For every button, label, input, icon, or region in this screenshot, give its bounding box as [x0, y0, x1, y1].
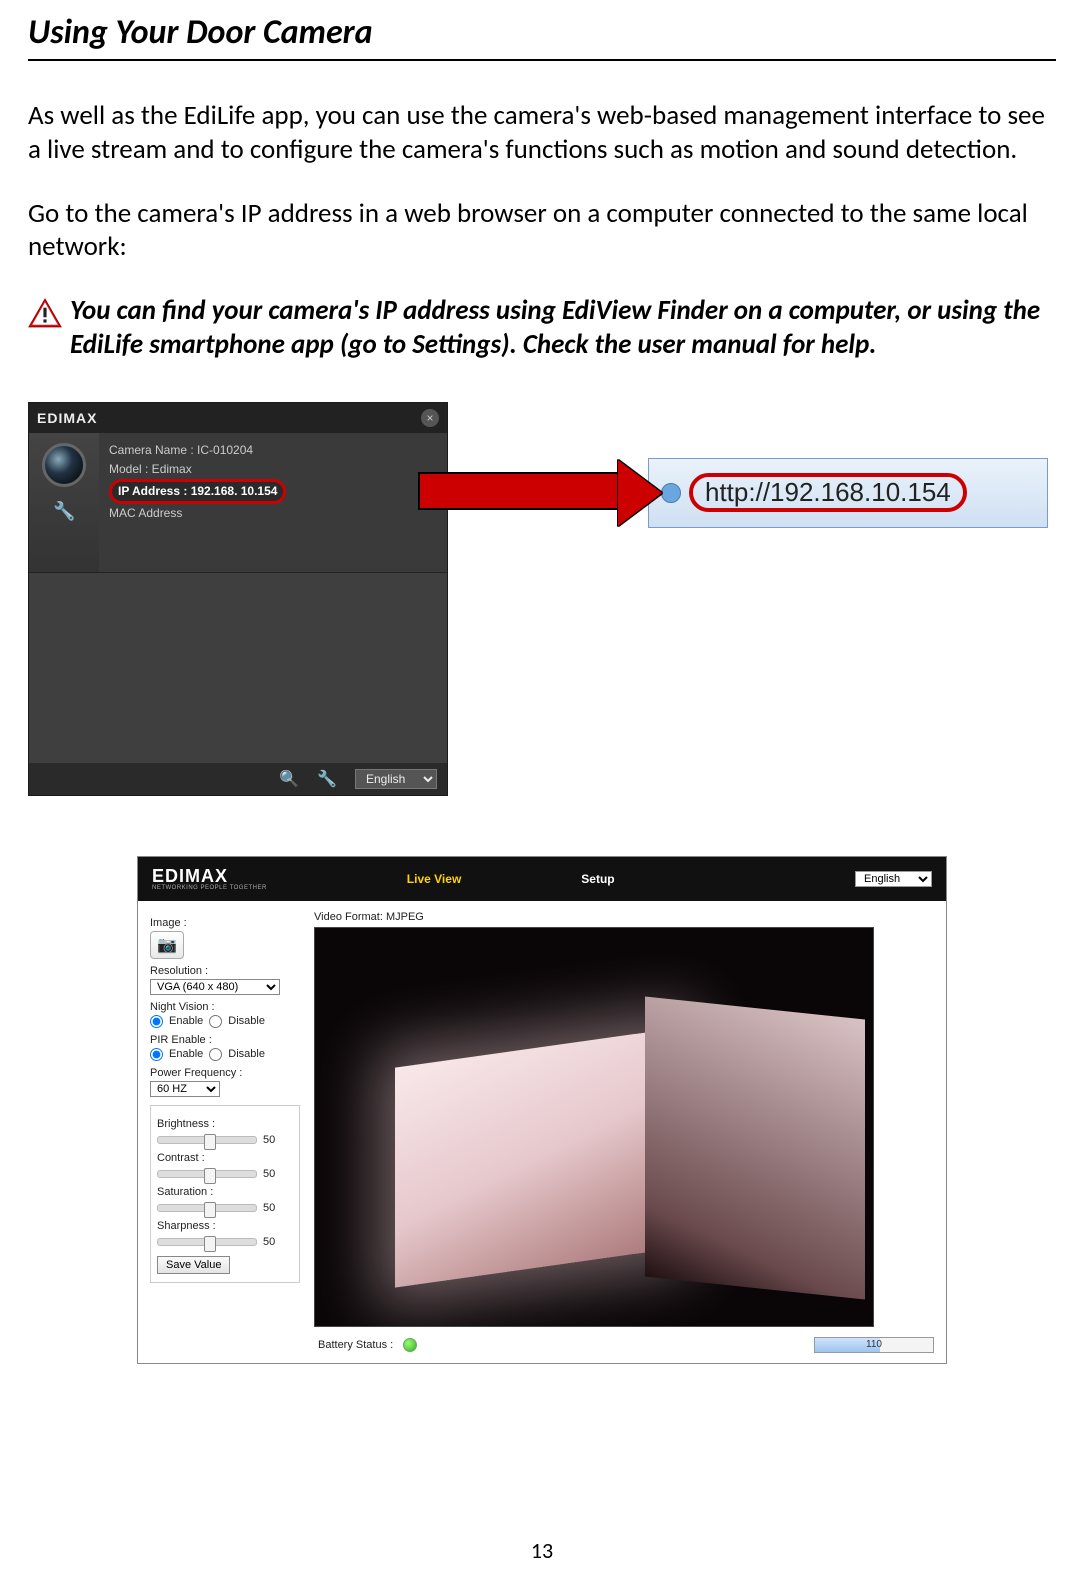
battery-status-label: Battery Status :: [318, 1339, 393, 1351]
save-value-button[interactable]: Save Value: [157, 1256, 230, 1274]
power-freq-select[interactable]: 60 HZ: [150, 1081, 220, 1097]
video-format-label: Video Format: MJPEG: [314, 911, 934, 923]
camera-lens-icon: [42, 443, 86, 487]
night-vision-label: Night Vision :: [150, 1001, 300, 1013]
tab-setup[interactable]: Setup: [581, 872, 614, 886]
finder-language-select[interactable]: English: [355, 769, 437, 789]
page-title: Using Your Door Camera: [28, 12, 1056, 61]
url-text: http://192.168.10.154: [689, 473, 967, 512]
finder-camera-name: Camera Name : IC-010204: [109, 441, 437, 460]
intro-paragraph-1: As well as the EdiLife app, you can use …: [28, 99, 1056, 167]
webui-language-select[interactable]: English: [855, 871, 932, 887]
contrast-value: 50: [263, 1168, 275, 1180]
contrast-label: Contrast :: [157, 1152, 293, 1164]
settings-icon[interactable]: 🔧: [317, 769, 337, 789]
saturation-slider[interactable]: [157, 1204, 257, 1212]
intro-paragraph-2: Go to the camera's IP address in a web b…: [28, 197, 1056, 265]
browser-address-bar[interactable]: http://192.168.10.154: [648, 458, 1048, 528]
finder-mac-address: MAC Address: [109, 504, 437, 523]
sharpness-label: Sharpness :: [157, 1220, 293, 1232]
pir-disable[interactable]: [209, 1048, 222, 1061]
arrow-icon: [418, 472, 618, 510]
sharpness-value: 50: [263, 1236, 275, 1248]
warning-text: You can find your camera's IP address us…: [70, 294, 1056, 362]
finder-device-list: [29, 573, 447, 763]
finder-ip-address: IP Address : 192.168. 10.154: [109, 479, 286, 504]
resolution-select[interactable]: VGA (640 x 480): [150, 979, 280, 995]
battery-value: 110: [815, 1339, 933, 1350]
brightness-slider[interactable]: [157, 1136, 257, 1144]
ediview-finder-window: EDIMAX × 🔧 Camera Name : IC-010204 Model…: [28, 402, 448, 796]
image-label: Image :: [150, 917, 300, 929]
night-vision-enable[interactable]: [150, 1015, 163, 1028]
battery-led-icon: [403, 1338, 417, 1352]
warning-icon: [28, 298, 62, 328]
contrast-slider[interactable]: [157, 1170, 257, 1178]
sharpness-slider[interactable]: [157, 1238, 257, 1246]
power-freq-label: Power Frequency :: [150, 1067, 300, 1079]
live-video-stream: [314, 927, 874, 1327]
brightness-label: Brightness :: [157, 1118, 293, 1130]
saturation-value: 50: [263, 1202, 275, 1214]
resolution-label: Resolution :: [150, 965, 300, 977]
pir-enable[interactable]: [150, 1048, 163, 1061]
close-icon[interactable]: ×: [421, 409, 439, 427]
warning-note: You can find your camera's IP address us…: [28, 294, 1056, 362]
saturation-label: Saturation :: [157, 1186, 293, 1198]
finder-model: Model : Edimax: [109, 460, 437, 479]
search-icon[interactable]: 🔍: [279, 769, 299, 789]
tab-live-view[interactable]: Live View: [407, 872, 461, 886]
page-number: 13: [0, 1537, 1084, 1564]
battery-progress: 110: [814, 1337, 934, 1353]
pir-label: PIR Enable :: [150, 1034, 300, 1046]
wrench-icon[interactable]: 🔧: [53, 501, 75, 523]
web-management-interface: EDIMAX NETWORKING PEOPLE TOGETHER Live V…: [137, 856, 947, 1364]
favicon-icon: [661, 483, 681, 503]
brightness-value: 50: [263, 1134, 275, 1146]
night-vision-disable[interactable]: [209, 1015, 222, 1028]
finder-logo: EDIMAX: [37, 410, 97, 426]
snapshot-button[interactable]: 📷: [150, 931, 184, 959]
edimax-logo: EDIMAX NETWORKING PEOPLE TOGETHER: [152, 867, 267, 891]
